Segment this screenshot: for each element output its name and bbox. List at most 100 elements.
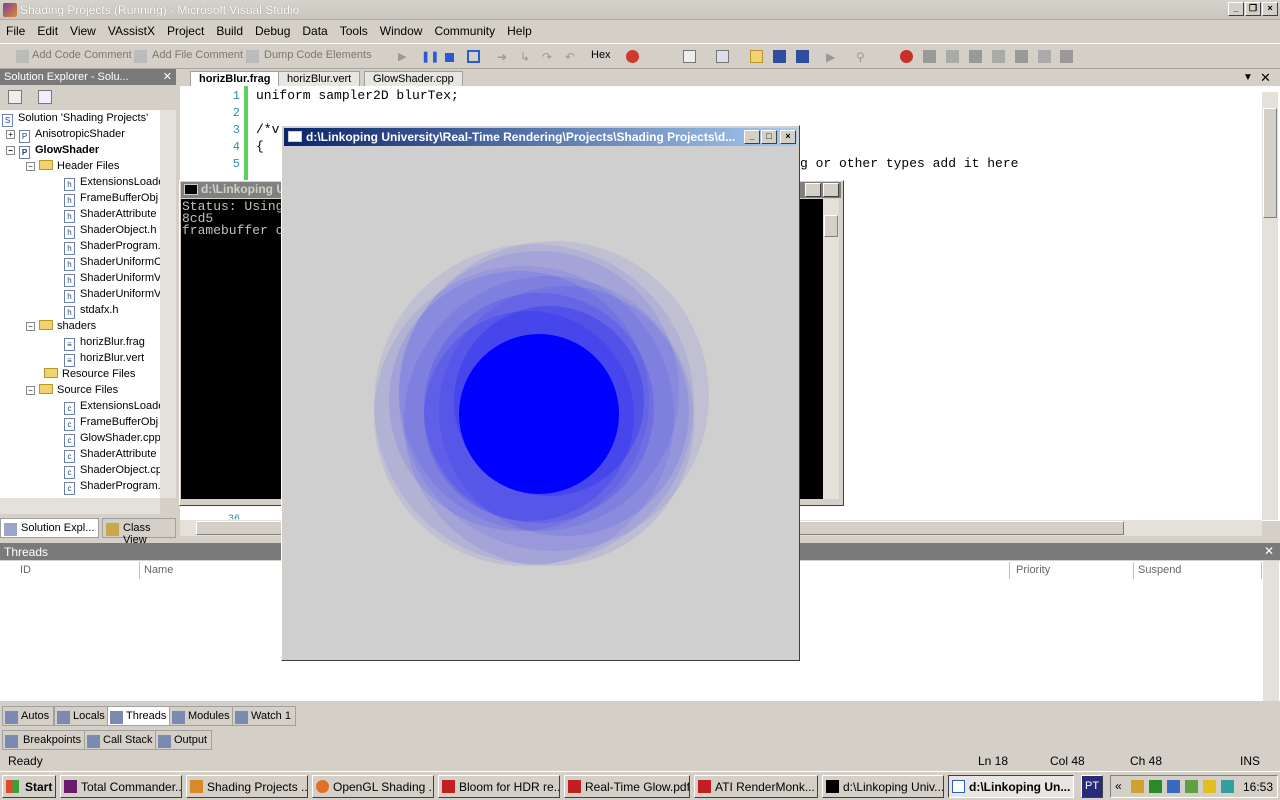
tray-icon[interactable] bbox=[1149, 780, 1162, 793]
breakpoint-icon[interactable] bbox=[626, 50, 639, 63]
close-icon[interactable]: ✕ bbox=[1260, 70, 1271, 86]
tree-item-file[interactable]: c ShaderAttribute bbox=[0, 446, 160, 463]
collapse-icon[interactable]: − bbox=[26, 386, 35, 395]
tree-item-folder[interactable]: − Source Files bbox=[0, 382, 160, 398]
tree-item-file[interactable]: h ExtensionsLoade bbox=[0, 174, 160, 191]
tray-expand-icon[interactable]: « bbox=[1115, 779, 1122, 793]
window-icon[interactable] bbox=[683, 50, 696, 63]
menu-view[interactable]: View bbox=[64, 21, 102, 38]
threads-scrollbar[interactable] bbox=[1263, 561, 1279, 701]
tray-icon[interactable] bbox=[1221, 780, 1234, 793]
editor-vertical-scrollbar[interactable] bbox=[1262, 92, 1278, 520]
tree-item-solution[interactable]: S Solution 'Shading Projects' bbox=[0, 110, 160, 127]
tree-item-file[interactable]: h ShaderUniformC bbox=[0, 254, 160, 271]
tree-item-file[interactable]: c GlowShader.cpp bbox=[0, 430, 160, 447]
show-all-files-icon[interactable] bbox=[38, 90, 52, 104]
add-file-comment-button[interactable]: Add File Comment bbox=[152, 49, 243, 61]
tab-glowshader-cpp[interactable]: GlowShader.cpp bbox=[364, 71, 463, 87]
tree-item-folder[interactable]: − shaders bbox=[0, 318, 160, 334]
gl-title-bar[interactable]: d:\Linkoping University\Real-Time Render… bbox=[284, 128, 797, 146]
tab-watch-1[interactable]: Watch 1 bbox=[232, 706, 296, 726]
close-icon[interactable]: ✕ bbox=[1264, 544, 1274, 558]
tree-item-file[interactable]: h stdafx.h bbox=[0, 302, 160, 319]
menu-tools[interactable]: Tools bbox=[334, 21, 374, 38]
close-button[interactable]: × bbox=[823, 183, 839, 197]
close-button[interactable]: × bbox=[1262, 2, 1278, 16]
tool-icon[interactable] bbox=[946, 50, 959, 63]
menu-help[interactable]: Help bbox=[501, 21, 538, 38]
menu-edit[interactable]: Edit bbox=[31, 21, 64, 38]
menu-build[interactable]: Build bbox=[210, 21, 249, 38]
menu-project[interactable]: Project bbox=[161, 21, 210, 38]
tree-item-file[interactable]: c ShaderProgram. bbox=[0, 478, 160, 495]
restart-icon[interactable] bbox=[467, 50, 480, 63]
minimize-button[interactable]: _ bbox=[744, 130, 760, 144]
clock[interactable]: 16:53 bbox=[1243, 780, 1273, 794]
tray-icon[interactable] bbox=[1203, 780, 1216, 793]
column-priority[interactable]: Priority bbox=[1010, 562, 1134, 579]
task-real-time-glow[interactable]: Real-Time Glow.pdf bbox=[564, 775, 690, 798]
step-into-icon[interactable]: ↳ bbox=[520, 50, 533, 64]
tree-item-file[interactable]: c ShaderObject.cp bbox=[0, 462, 160, 479]
task-gl-window[interactable]: d:\Linkoping Un... bbox=[948, 775, 1074, 798]
tree-item-file[interactable]: h ShaderObject.h bbox=[0, 222, 160, 239]
tool-icon[interactable] bbox=[992, 50, 1005, 63]
scroll-thumb[interactable] bbox=[824, 215, 838, 237]
tray-icon[interactable] bbox=[1131, 780, 1144, 793]
tool-icon[interactable] bbox=[1038, 50, 1051, 63]
expand-icon[interactable]: + bbox=[6, 130, 15, 139]
tree-item-file[interactable]: h ShaderUniformV bbox=[0, 286, 160, 303]
minimize-button[interactable]: _ bbox=[1228, 2, 1244, 16]
tree-item-file[interactable]: h FrameBufferObj bbox=[0, 190, 160, 207]
scroll-thumb[interactable] bbox=[1263, 108, 1277, 218]
column-id[interactable]: ID bbox=[14, 562, 140, 579]
tray-icon[interactable] bbox=[1167, 780, 1180, 793]
menu-vassistx[interactable]: VAssistX bbox=[102, 21, 161, 38]
tree-item-file[interactable]: ≡ horizBlur.frag bbox=[0, 334, 160, 351]
tree-item-file[interactable]: c FrameBufferObj bbox=[0, 414, 160, 431]
task-opengl-shading[interactable]: OpenGL Shading ... bbox=[312, 775, 434, 798]
maximize-button[interactable]: □ bbox=[805, 183, 821, 197]
step-out-icon[interactable]: ↶ bbox=[565, 50, 578, 64]
menu-window[interactable]: Window bbox=[374, 21, 429, 38]
tree-item-project-active[interactable]: − P GlowShader bbox=[0, 142, 160, 159]
tab-breakpoints[interactable]: Breakpoints bbox=[2, 730, 87, 750]
save-all-icon[interactable] bbox=[796, 50, 809, 63]
close-icon[interactable]: ✕ bbox=[163, 70, 172, 83]
tab-call-stack[interactable]: Call Stack bbox=[84, 730, 158, 750]
tree-item-file[interactable]: h ShaderProgram. bbox=[0, 238, 160, 255]
dump-code-elements-button[interactable]: Dump Code Elements bbox=[264, 49, 372, 61]
task-total-commander[interactable]: Total Commander... bbox=[60, 775, 182, 798]
step-icon[interactable]: ➜ bbox=[497, 50, 510, 64]
properties-icon[interactable] bbox=[8, 90, 22, 104]
tree-horizontal-scrollbar[interactable] bbox=[0, 498, 160, 514]
hex-toggle[interactable]: Hex bbox=[591, 49, 611, 61]
tool-icon[interactable] bbox=[969, 50, 982, 63]
collapse-icon[interactable]: − bbox=[26, 322, 35, 331]
close-button[interactable]: × bbox=[780, 130, 796, 144]
task-bloom-for-hdr[interactable]: Bloom for HDR re... bbox=[438, 775, 560, 798]
step-over-icon[interactable]: ↷ bbox=[542, 50, 555, 64]
maximize-button[interactable]: □ bbox=[761, 130, 777, 144]
console-scrollbar[interactable] bbox=[823, 199, 839, 499]
column-suspend[interactable]: Suspend bbox=[1132, 562, 1262, 579]
tool-icon[interactable] bbox=[1015, 50, 1028, 63]
gl-render-canvas[interactable] bbox=[284, 146, 797, 658]
add-code-comment-button[interactable]: Add Code Comment bbox=[32, 49, 132, 61]
tree-vertical-scrollbar[interactable] bbox=[160, 110, 176, 498]
tab-solution-explorer[interactable]: Solution Expl... bbox=[0, 518, 100, 538]
stop-icon[interactable] bbox=[445, 53, 454, 62]
tool-icon[interactable] bbox=[923, 50, 936, 63]
spell-icon[interactable] bbox=[1060, 50, 1073, 63]
menu-debug[interactable]: Debug bbox=[249, 21, 296, 38]
find-icon[interactable]: ⚲ bbox=[856, 50, 869, 64]
tree-item-folder[interactable]: − Header Files bbox=[0, 158, 160, 174]
tree-item-file[interactable]: h ShaderAttribute bbox=[0, 206, 160, 223]
start-button[interactable]: Start bbox=[2, 775, 56, 798]
tree-item-file[interactable]: h ShaderUniformV bbox=[0, 270, 160, 287]
pause-icon[interactable]: ❚❚ bbox=[421, 50, 439, 63]
save-icon[interactable] bbox=[773, 50, 786, 63]
tab-output[interactable]: Output bbox=[155, 730, 213, 750]
tab-threads[interactable]: Threads bbox=[107, 706, 172, 726]
play-icon[interactable]: ▶ bbox=[398, 50, 411, 63]
